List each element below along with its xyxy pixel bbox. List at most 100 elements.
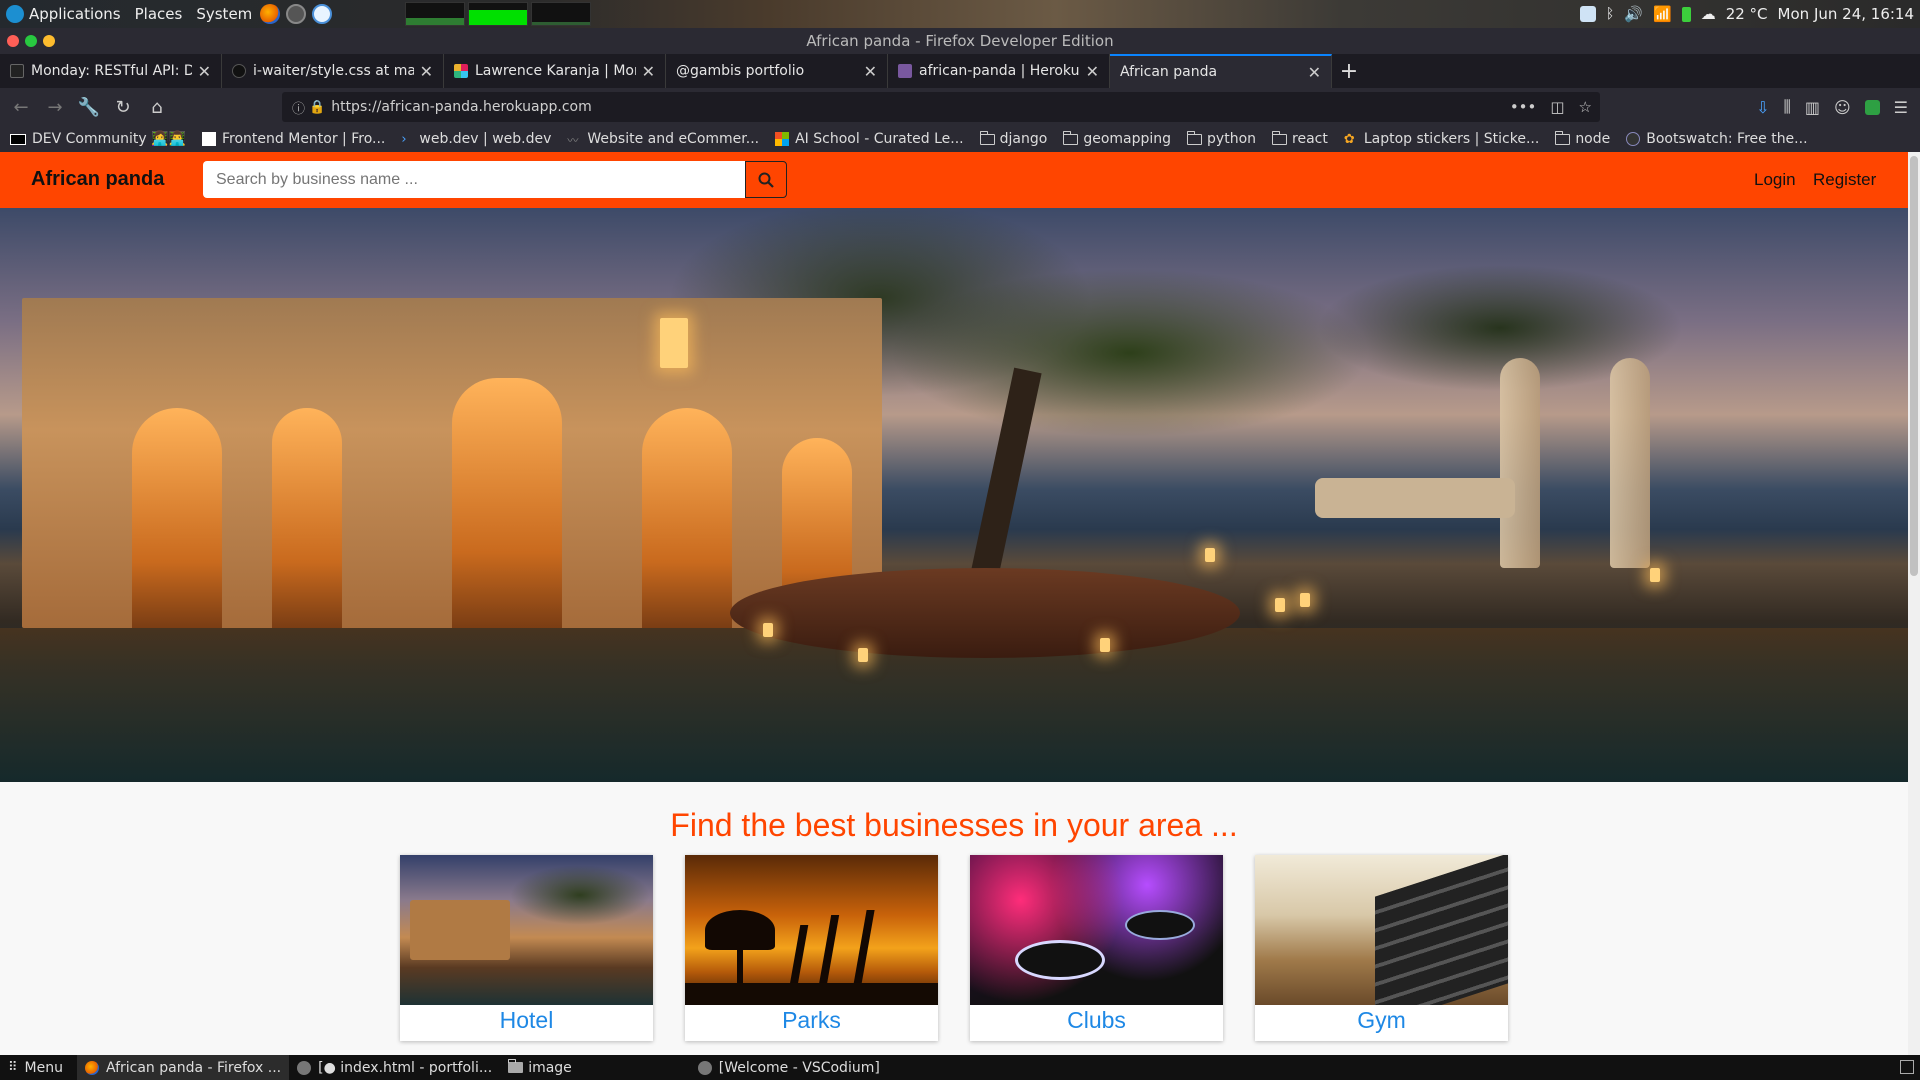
start-menu-button[interactable]: ⠿ Menu	[0, 1055, 71, 1080]
bookmark-folder-python[interactable]: python	[1187, 130, 1257, 147]
tab-heroku[interactable]: african-panda | Heroku ✕	[888, 54, 1110, 88]
scrollbar-thumb[interactable]	[1910, 156, 1918, 576]
bookmark-folder-node[interactable]: node	[1555, 130, 1610, 147]
bookmark-label: python	[1207, 131, 1257, 147]
clock[interactable]: Mon Jun 24, 16:14	[1778, 5, 1914, 23]
category-label[interactable]: Gym	[1255, 1007, 1508, 1034]
system-menu[interactable]: System	[196, 5, 252, 23]
business-search-input[interactable]	[203, 161, 745, 198]
forward-arrow-icon[interactable]: →	[38, 92, 72, 122]
account-icon[interactable]: ☺	[1834, 98, 1851, 117]
site-info-icon[interactable]: ⓘ	[292, 98, 305, 117]
reload-icon[interactable]: ↻	[106, 92, 140, 122]
tab-dev-restful-api[interactable]: Monday: RESTful API: Dj ✕	[0, 54, 222, 88]
back-arrow-icon[interactable]: ←	[4, 92, 38, 122]
frontend-mentor-icon	[202, 132, 216, 146]
bookmark-folder-react[interactable]: react	[1272, 130, 1328, 147]
distro-logo-icon[interactable]	[6, 5, 24, 23]
category-card-hotel[interactable]: Hotel	[400, 855, 653, 1041]
weather-temperature[interactable]: 22 °C	[1726, 5, 1768, 23]
pocket-icon[interactable]: ◫	[1550, 98, 1564, 116]
category-card-parks[interactable]: Parks	[685, 855, 938, 1041]
close-tab-icon[interactable]: ✕	[642, 62, 655, 81]
close-tab-icon[interactable]: ✕	[198, 62, 211, 81]
close-tab-icon[interactable]: ✕	[864, 62, 877, 81]
bookmark-frontend-mentor[interactable]: Frontend Mentor | Fro...	[202, 131, 385, 147]
tab-title: i-waiter/style.css at mas	[253, 63, 414, 79]
folder-icon	[508, 1059, 524, 1073]
close-tab-icon[interactable]: ✕	[420, 62, 433, 81]
page-scrollbar[interactable]	[1908, 152, 1920, 1055]
page-actions-ellipsis-icon[interactable]: •••	[1510, 98, 1537, 116]
taskbar-item-image-folder[interactable]: image	[500, 1055, 580, 1080]
tab-title: African panda	[1120, 64, 1218, 80]
microsoft-icon	[775, 132, 790, 146]
taskbar-item-vscodium-welcome[interactable]: [Welcome - VSCodium]	[690, 1055, 888, 1080]
site-brand[interactable]: African panda	[31, 168, 164, 191]
taskbar-item-firefox[interactable]: African panda - Firefox ...	[76, 1055, 290, 1080]
sidebar-toggle-icon[interactable]: ▥	[1805, 98, 1820, 117]
tab-slack-lawrence[interactable]: Lawrence Karanja | Mori ✕	[444, 54, 666, 88]
url-bar[interactable]: ⓘ 🔒 https://african-panda.herokuapp.com …	[282, 92, 1600, 122]
show-desktop-icon[interactable]	[1900, 1060, 1914, 1074]
register-link[interactable]: Register	[1813, 170, 1876, 190]
bookmark-star-icon[interactable]: ☆	[1579, 98, 1592, 116]
maximize-window-button[interactable]	[25, 35, 37, 47]
terminal-launcher-icon[interactable]	[286, 4, 307, 24]
category-label[interactable]: Parks	[685, 1007, 938, 1034]
battery-icon[interactable]	[1681, 6, 1691, 22]
notes-tray-icon[interactable]	[1579, 6, 1596, 22]
volume-icon[interactable]: 🔊	[1624, 5, 1643, 23]
category-label[interactable]: Clubs	[970, 1007, 1223, 1034]
weather-icon: ☁	[1700, 5, 1716, 23]
tab-african-panda[interactable]: African panda ✕	[1110, 54, 1332, 88]
url-text[interactable]: https://african-panda.herokuapp.com	[331, 99, 592, 115]
downloads-icon[interactable]: ⇩	[1756, 98, 1769, 117]
settings-launcher-icon[interactable]	[312, 4, 333, 24]
bluetooth-icon[interactable]: ᛒ	[1606, 6, 1614, 22]
new-tab-plus-icon[interactable]: +	[1332, 54, 1366, 88]
login-link[interactable]: Login	[1754, 170, 1796, 190]
vscodium-icon	[697, 1060, 712, 1075]
category-card-clubs[interactable]: Clubs	[970, 855, 1223, 1041]
bookmark-label: AI School - Curated Le...	[795, 131, 964, 147]
search-button[interactable]	[745, 161, 787, 198]
library-icon[interactable]: ⫼	[1783, 97, 1790, 117]
bookmark-ecommerce[interactable]: 〰 Website and eCommer...	[567, 131, 759, 147]
firefox-icon	[84, 1060, 99, 1075]
close-tab-icon[interactable]: ✕	[1086, 62, 1099, 81]
bookmark-label: django	[999, 131, 1048, 147]
close-window-button[interactable]	[7, 35, 19, 47]
window-title-bar: African panda - Firefox Developer Editio…	[0, 28, 1920, 54]
devtools-wrench-icon[interactable]: 🔧	[72, 92, 106, 122]
bootswatch-icon	[1626, 132, 1641, 146]
lock-icon[interactable]: 🔒	[309, 100, 325, 115]
taskbar-item-vscodium-index[interactable]: [● index.html - portfoli...	[289, 1055, 500, 1080]
category-card-gym[interactable]: Gym	[1255, 855, 1508, 1041]
bookmark-dev-community[interactable]: DEV Community 👩‍💻👨‍💻	[10, 131, 186, 147]
tab-title: Lawrence Karanja | Mori	[475, 63, 636, 79]
memory-graph	[468, 2, 529, 26]
folder-icon	[1063, 130, 1079, 145]
home-icon[interactable]: ⌂	[140, 92, 174, 122]
bookmark-web-dev[interactable]: › web.dev | web.dev	[401, 131, 551, 147]
category-label[interactable]: Hotel	[400, 1007, 653, 1034]
places-menu[interactable]: Places	[135, 5, 183, 23]
wifi-icon[interactable]: 📶	[1653, 5, 1672, 23]
app-grid-icon: ⠿	[8, 1060, 18, 1075]
bookmark-laptop-stickers[interactable]: ✿ Laptop stickers | Sticke...	[1344, 131, 1539, 147]
bookmark-ai-school[interactable]: AI School - Curated Le...	[775, 131, 964, 147]
minimize-window-button[interactable]	[43, 35, 55, 47]
applications-menu[interactable]: Applications	[29, 5, 121, 23]
close-tab-icon[interactable]: ✕	[1308, 63, 1321, 82]
bookmark-folder-geomapping[interactable]: geomapping	[1063, 130, 1171, 147]
system-monitor-graphs[interactable]	[402, 2, 592, 26]
bookmark-folder-django[interactable]: django	[979, 130, 1048, 147]
tab-strip: Monday: RESTful API: Dj ✕ i-waiter/style…	[0, 54, 1920, 88]
hamburger-menu-icon[interactable]: ☰	[1894, 98, 1908, 117]
extension-icon[interactable]	[1864, 99, 1880, 115]
tab-github-style-css[interactable]: i-waiter/style.css at mas ✕	[222, 54, 444, 88]
tab-gambis-portfolio[interactable]: @gambis portfolio ✕	[666, 54, 888, 88]
bookmark-bootswatch[interactable]: Bootswatch: Free the...	[1626, 131, 1808, 147]
firefox-launcher-icon[interactable]	[260, 4, 281, 24]
